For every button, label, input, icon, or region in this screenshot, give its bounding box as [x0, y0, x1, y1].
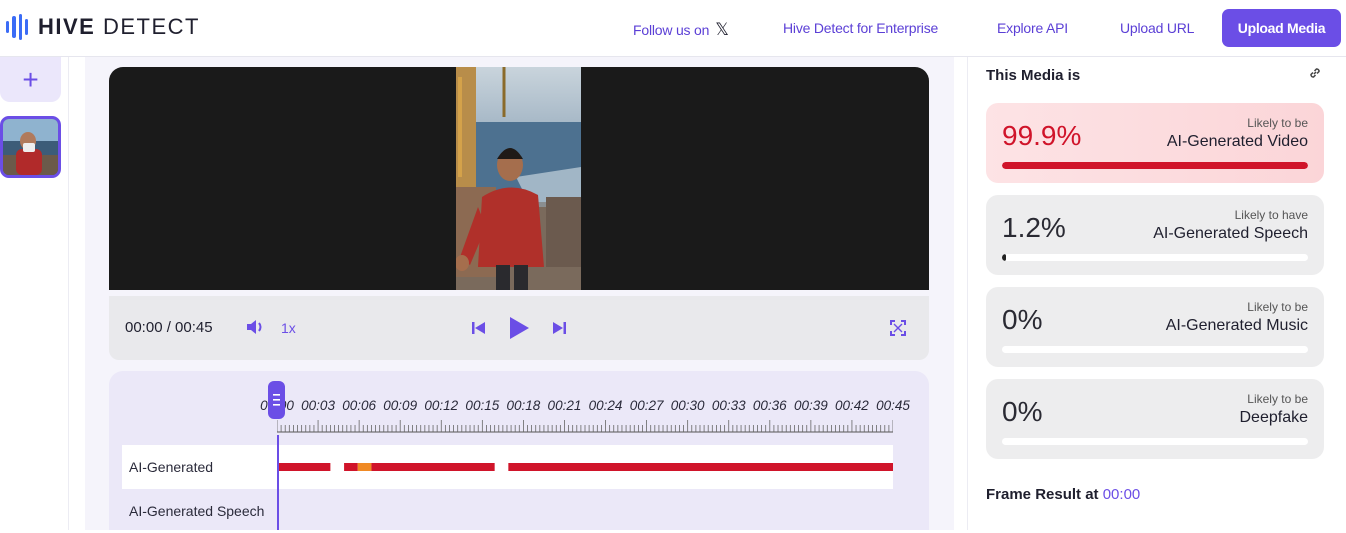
volume-icon[interactable] — [245, 318, 265, 341]
frame-result-label: Frame Result at — [986, 486, 1099, 503]
top-header: HIVE DETECT Follow us on 𝕏 Hive Detect fo… — [0, 0, 1346, 57]
ai-segment — [371, 463, 495, 471]
tick-label: 00:33 — [711, 398, 746, 413]
skip-back-icon[interactable] — [471, 320, 487, 341]
row-label-ai-speech: AI-Generated Speech — [129, 503, 265, 519]
hive-detect-logo[interactable]: HIVE DETECT — [6, 14, 200, 40]
playback-speed-button[interactable]: 1x — [281, 320, 296, 336]
ai-speech-bar-fill — [1002, 254, 1006, 261]
brand-name-bold: HIVE — [38, 14, 96, 39]
ai-music-percentage: 0% — [1002, 304, 1043, 335]
timeline-playhead — [277, 435, 279, 530]
ai-video-bar-fill — [1002, 162, 1308, 169]
media-sidebar: + — [0, 57, 69, 530]
tick-label: 00:09 — [383, 398, 418, 413]
results-panel: This Media is 99.9% Likely to be AI-Gene… — [967, 57, 1346, 530]
video-frame-image — [456, 67, 581, 290]
share-link-icon[interactable] — [1307, 65, 1323, 86]
timeline-tick-labels: 00:0000:0300:0600:0900:1200:1500:1800:21… — [259, 398, 910, 418]
deepfake-label: Deepfake — [1239, 409, 1309, 426]
brand-name: HIVE DETECT — [38, 14, 200, 40]
drag-handle-icon — [273, 394, 280, 406]
add-media-button[interactable]: + — [0, 57, 61, 102]
video-player[interactable] — [109, 67, 929, 290]
tick-label: 00:39 — [793, 398, 828, 413]
upload-url-link[interactable]: Upload URL — [1120, 20, 1194, 36]
ai-speech-bar — [1002, 254, 1308, 261]
tick-label: 00:15 — [465, 398, 500, 413]
tick-label: 00:18 — [506, 398, 541, 413]
ai-segment — [344, 463, 358, 471]
ai-segment — [357, 463, 372, 471]
ai-video-bar — [1002, 162, 1308, 169]
tick-label: 00:30 — [670, 398, 705, 413]
ai-video-qualifier: Likely to be — [1247, 116, 1308, 130]
deepfake-bar — [1002, 438, 1308, 445]
plus-icon: + — [22, 63, 39, 95]
media-thumbnail[interactable] — [0, 116, 61, 178]
player-panel: 00:00 / 00:45 1x 00:0000:0300:0600:0900:… — [85, 57, 954, 530]
tick-label: 00:27 — [629, 398, 664, 413]
row-label-ai-generated: AI-Generated — [129, 459, 214, 475]
ai-segment — [277, 463, 331, 471]
timeline-row-ai-generated: AI-Generated — [122, 445, 893, 489]
upload-media-button[interactable]: Upload Media — [1222, 9, 1341, 47]
skip-forward-icon[interactable] — [551, 320, 567, 341]
deepfake-qualifier: Likely to be — [1247, 392, 1308, 406]
enterprise-link[interactable]: Hive Detect for Enterprise — [783, 20, 938, 36]
follow-us-label: Follow us on — [633, 22, 710, 38]
ai-segment — [508, 463, 893, 471]
tick-label: 00:06 — [342, 398, 377, 413]
timeline-scale — [277, 420, 893, 433]
result-card-deepfake: 0% Likely to be Deepfake — [986, 379, 1324, 459]
ai-music-qualifier: Likely to be — [1247, 300, 1308, 314]
ai-music-label: AI-Generated Music — [1165, 317, 1308, 334]
fullscreen-icon[interactable] — [890, 320, 906, 341]
tick-label: 00:42 — [835, 398, 869, 413]
player-controls: 00:00 / 00:45 1x — [109, 296, 929, 360]
ai-music-bar — [1002, 346, 1308, 353]
frame-result-time[interactable]: 00:00 — [1103, 486, 1141, 503]
ai-generated-segments — [277, 463, 893, 471]
thumbnail-image — [3, 119, 58, 175]
result-card-ai-music: 0% Likely to be AI-Generated Music — [986, 287, 1324, 367]
ai-speech-label: AI-Generated Speech — [1153, 225, 1308, 242]
brand-name-light: DETECT — [102, 14, 200, 39]
x-logo-icon: 𝕏 — [715, 20, 729, 39]
timeline-row-ai-speech: AI-Generated Speech — [122, 489, 893, 533]
deepfake-percentage: 0% — [1002, 396, 1043, 427]
explore-api-link[interactable]: Explore API — [997, 20, 1068, 36]
result-card-ai-speech: 1.2% Likely to have AI-Generated Speech — [986, 195, 1324, 275]
tick-label: 00:21 — [547, 398, 582, 413]
detection-timeline[interactable]: 00:0000:0300:0600:0900:1200:1500:1800:21… — [109, 371, 929, 530]
ai-speech-qualifier: Likely to have — [1234, 208, 1308, 222]
tick-label: 00:03 — [301, 398, 335, 413]
time-display: 00:00 / 00:45 — [125, 319, 213, 336]
ai-video-label: AI-Generated Video — [1166, 133, 1308, 150]
tick-label: 00:12 — [424, 398, 459, 413]
follow-us-link[interactable]: Follow us on 𝕏 — [633, 20, 729, 40]
tick-label: 00:45 — [876, 398, 910, 413]
logo-bars-icon — [6, 14, 28, 40]
results-title: This Media is — [986, 67, 1081, 84]
play-icon[interactable] — [507, 315, 531, 346]
ai-speech-percentage: 1.2% — [1002, 212, 1066, 243]
tick-label: 00:24 — [588, 398, 623, 413]
frame-result-heading: Frame Result at 00:00 — [986, 486, 1140, 503]
ai-video-percentage: 99.9% — [1002, 120, 1082, 151]
playhead-handle[interactable] — [268, 381, 285, 419]
result-card-ai-video: 99.9% Likely to be AI-Generated Video — [986, 103, 1324, 183]
tick-label: 00:36 — [752, 398, 787, 413]
